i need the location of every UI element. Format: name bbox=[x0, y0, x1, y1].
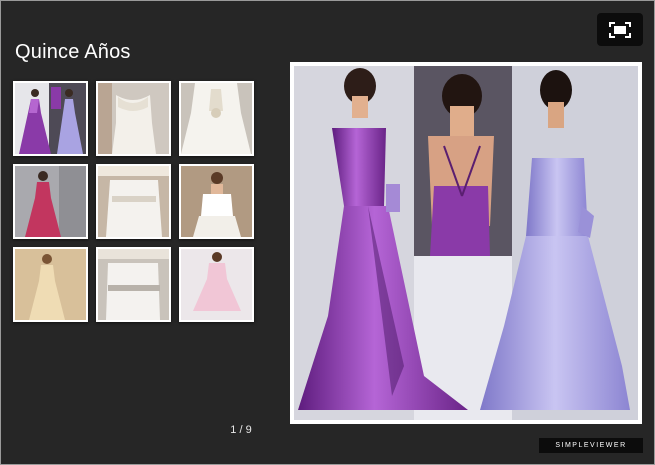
fullscreen-icon bbox=[609, 21, 631, 38]
fullscreen-button[interactable] bbox=[597, 13, 643, 46]
thumbnail[interactable] bbox=[179, 164, 254, 239]
thumbnail[interactable] bbox=[13, 81, 88, 156]
thumbnail[interactable] bbox=[96, 247, 171, 322]
thumbnail[interactable] bbox=[96, 81, 171, 156]
thumbnail[interactable] bbox=[13, 247, 88, 322]
thumbnail[interactable] bbox=[96, 164, 171, 239]
gallery-title: Quince Años bbox=[15, 41, 131, 63]
image-counter: 1 / 9 bbox=[230, 424, 252, 436]
gallery-frame: Quince Años 1 / 9 SIMPLEVIEWER bbox=[0, 0, 655, 465]
thumbnail[interactable] bbox=[179, 81, 254, 156]
thumbnail[interactable] bbox=[13, 164, 88, 239]
brand-badge[interactable]: SIMPLEVIEWER bbox=[539, 438, 643, 453]
main-image-purple-lavender-gowns[interactable] bbox=[290, 62, 642, 424]
thumbnail[interactable] bbox=[179, 247, 254, 322]
